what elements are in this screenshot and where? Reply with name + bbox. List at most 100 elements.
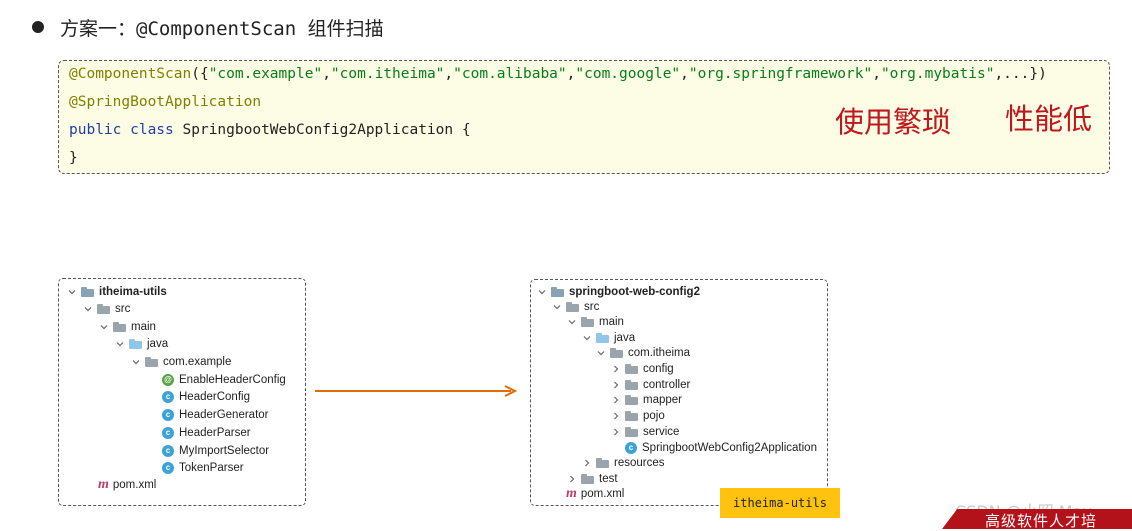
folder-icon (97, 303, 110, 314)
tree-label: MyImportSelector (179, 444, 270, 457)
tree-item-class[interactable]: c HeaderGenerator (162, 406, 269, 423)
chevron-right-icon[interactable] (610, 394, 622, 406)
code-string: "com.google" (575, 66, 681, 82)
tree-item-subpackage[interactable]: pojo (610, 407, 665, 424)
componentscan-annotation: @ComponentScan (69, 66, 192, 82)
code-string: "com.alibaba" (453, 66, 567, 82)
class-icon: c (162, 408, 174, 421)
chevron-right-icon[interactable] (610, 379, 622, 391)
code-line-springbootapplication: @SpringBootApplication (69, 94, 262, 110)
resources-folder-icon (596, 457, 609, 468)
tree-item-class[interactable]: c HeaderConfig (162, 388, 250, 405)
heading-text: 方案一：@ComponentScan 组件扫描 (60, 17, 384, 40)
chevron-down-icon[interactable] (66, 286, 78, 298)
tree-label: src (115, 302, 131, 315)
chevron-down-icon[interactable] (566, 316, 578, 328)
folder-icon (113, 321, 126, 332)
arrow-icon (315, 385, 517, 397)
annotation-class-icon: @ (162, 373, 174, 386)
tree-label: service (643, 425, 680, 438)
folder-icon (581, 473, 594, 484)
note-cumbersome: 使用繁琐 (835, 105, 952, 139)
code-string: "com.example" (208, 66, 323, 82)
tree-label: HeaderConfig (179, 390, 250, 403)
tree-item-class[interactable]: c TokenParser (162, 459, 244, 476)
code-string: "org.springframework" (688, 66, 873, 82)
tree-label: com.example (163, 355, 232, 368)
folder-icon (581, 316, 594, 327)
tree-label: EnableHeaderConfig (179, 373, 286, 386)
tree-label: resources (614, 456, 665, 469)
tree-label: controller (643, 378, 691, 391)
class-icon: c (162, 444, 174, 457)
chevron-right-icon[interactable] (581, 457, 593, 469)
tree-label: HeaderParser (179, 426, 251, 439)
tree-label: TokenParser (179, 461, 244, 474)
package-icon (625, 363, 638, 374)
chevron-down-icon[interactable] (595, 347, 607, 359)
maven-icon: m (98, 476, 109, 492)
footer-banner-text: 高级软件人才培 (985, 512, 1098, 530)
chevron-down-icon[interactable] (581, 332, 593, 344)
code-string: "org.mybatis" (880, 66, 995, 82)
tree-item-class[interactable]: @ EnableHeaderConfig (162, 371, 286, 388)
tree-item-class[interactable]: c MyImportSelector (162, 442, 269, 459)
tree-label: main (131, 320, 156, 333)
bullet-icon (32, 21, 44, 33)
folder-icon (566, 301, 579, 312)
code-line-componentscan: @ComponentScan({"com.example","com.ithei… (69, 66, 1047, 82)
source-folder-icon (596, 332, 609, 343)
chevron-down-icon[interactable] (551, 301, 563, 313)
tree-item-subpackage[interactable]: mapper (610, 391, 682, 408)
code-open-brace: ({ (191, 66, 209, 82)
tree-label: pom.xml (580, 487, 625, 500)
module-folder-icon (81, 286, 94, 297)
tree-item-subpackage[interactable]: config (610, 360, 674, 377)
tree-item-package[interactable]: com.itheima (595, 344, 690, 361)
chevron-right-icon[interactable] (610, 363, 622, 375)
maven-icon: m (566, 485, 577, 501)
class-icon: c (162, 390, 174, 403)
code-line-class-decl: public class SpringbootWebConfig2Applica… (69, 122, 471, 138)
tree-item-java[interactable]: java (114, 335, 168, 352)
tree-label: main (599, 315, 624, 328)
chevron-down-icon[interactable] (82, 303, 94, 315)
tree-label: itheima-utils (99, 285, 167, 298)
chevron-down-icon[interactable] (114, 338, 126, 350)
tree-label: springboot-web-config2 (569, 285, 700, 298)
tree-label: com.itheima (628, 346, 690, 359)
class-icon: c (162, 426, 174, 439)
tree-item-pom[interactable]: m pom.xml (566, 485, 624, 502)
code-close-brace: ,...}) (994, 66, 1047, 82)
code-string: "com.itheima" (330, 66, 445, 82)
code-line-close: } (69, 150, 78, 166)
tree-item-src[interactable]: src (82, 300, 130, 317)
tree-item-subpackage[interactable]: service (610, 423, 679, 440)
class-icon: c (162, 461, 174, 474)
tree-item-main[interactable]: main (566, 313, 624, 330)
tree-item-root[interactable]: itheima-utils (66, 283, 167, 300)
package-icon (625, 426, 638, 437)
package-icon (610, 347, 623, 358)
tree-item-pom[interactable]: m pom.xml (98, 476, 156, 493)
package-icon (625, 394, 638, 405)
chevron-down-icon[interactable] (98, 321, 110, 333)
module-folder-icon (551, 286, 564, 297)
tree-item-class[interactable]: c HeaderParser (162, 424, 251, 441)
chevron-down-icon[interactable] (536, 286, 548, 298)
chevron-down-icon[interactable] (130, 356, 142, 368)
chevron-right-icon[interactable] (610, 410, 622, 422)
tree-label: SpringbootWebConfig2Application (642, 441, 817, 454)
tree-item-main[interactable]: main (98, 318, 156, 335)
chevron-right-icon[interactable] (610, 426, 622, 438)
tree-label: mapper (643, 393, 682, 406)
spring-boot-class-icon: c (625, 441, 637, 454)
heading-row: 方案一：@ComponentScan 组件扫描 (32, 14, 384, 40)
tree-item-resources[interactable]: resources (581, 454, 665, 471)
tree-label: pojo (643, 409, 665, 422)
tree-label: HeaderGenerator (179, 408, 269, 421)
chevron-right-icon[interactable] (566, 473, 578, 485)
tree-label: java (147, 337, 169, 350)
package-icon (625, 379, 638, 390)
tree-item-package[interactable]: com.example (130, 353, 231, 370)
